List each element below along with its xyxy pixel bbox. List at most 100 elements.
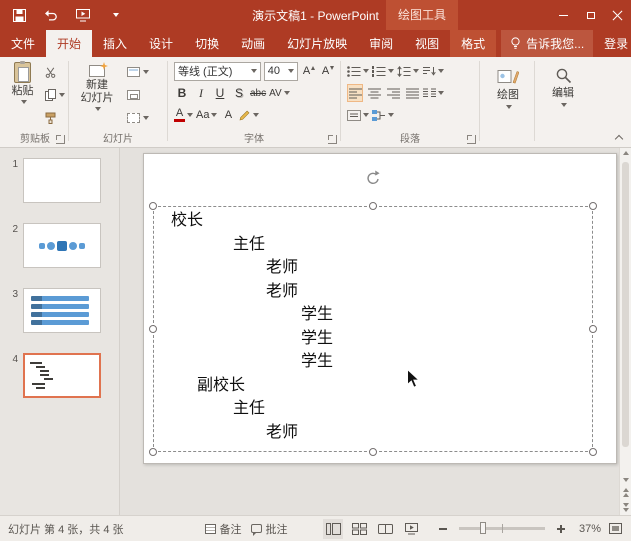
section-button[interactable] (126, 110, 150, 126)
close-button[interactable] (604, 0, 631, 30)
outline-line[interactable]: 老师 (154, 421, 592, 445)
font-name-select[interactable]: 等线 (正文) (174, 62, 261, 81)
slide-thumbnail-3[interactable]: 3 (6, 288, 119, 333)
sign-in-button[interactable]: 登录 (593, 30, 631, 57)
tab-insert[interactable]: 插入 (92, 30, 138, 57)
outline-line[interactable]: 副校长 (154, 374, 592, 398)
slide-thumbnail-image[interactable] (23, 223, 101, 268)
align-center-button[interactable] (366, 84, 382, 102)
zoom-slider-thumb[interactable] (480, 522, 486, 534)
new-slide-button[interactable]: 新建幻灯片 (73, 60, 121, 126)
slide-thumbnail-image[interactable] (23, 158, 101, 203)
bold-button[interactable]: B (174, 84, 190, 102)
zoom-in-button[interactable] (553, 521, 569, 537)
tab-file[interactable]: 文件 (0, 30, 46, 57)
outline-line[interactable]: 主任 (154, 397, 592, 421)
resize-handle-bottom-left[interactable] (149, 448, 157, 456)
next-slide-button[interactable] (623, 503, 629, 512)
underline-button[interactable]: U (212, 84, 228, 102)
clear-formatting-button[interactable]: A (220, 106, 236, 124)
undo-icon[interactable] (42, 5, 60, 25)
copy-button[interactable] (44, 87, 66, 103)
start-slideshow-icon[interactable] (74, 5, 92, 25)
rotate-handle[interactable] (365, 170, 381, 186)
slide-page[interactable]: 校长 主任 老师 老师 学生 学生 学生 副校长 主任 老师 (143, 153, 617, 464)
resize-handle-top-right[interactable] (589, 202, 597, 210)
slide-canvas[interactable]: 校长 主任 老师 老师 学生 学生 学生 副校长 主任 老师 (120, 148, 619, 515)
align-right-button[interactable] (385, 84, 401, 102)
paste-button[interactable]: 粘贴 (6, 60, 39, 126)
scroll-down-icon[interactable] (623, 478, 629, 482)
paragraph-dialog-launcher-icon[interactable] (467, 135, 476, 144)
outline-line[interactable]: 学生 (154, 303, 592, 327)
scrollbar-thumb[interactable] (622, 162, 629, 447)
font-size-select[interactable]: 40 (264, 62, 298, 81)
font-dialog-launcher-icon[interactable] (328, 135, 337, 144)
resize-handle-middle-left[interactable] (149, 325, 157, 333)
minimize-button[interactable] (550, 0, 577, 30)
tab-review[interactable]: 审阅 (358, 30, 404, 57)
strikethrough-button[interactable]: abc (250, 84, 266, 102)
zoom-percent[interactable]: 37% (575, 523, 601, 535)
bullets-button[interactable] (347, 62, 369, 80)
slide-thumbnail-2[interactable]: 2 (6, 223, 119, 268)
outline-line[interactable]: 老师 (154, 280, 592, 304)
previous-slide-button[interactable] (623, 488, 629, 497)
reset-slide-button[interactable] (126, 87, 150, 103)
font-color-button[interactable]: A (174, 106, 193, 124)
highlight-button[interactable] (239, 106, 259, 124)
restore-button[interactable] (577, 0, 604, 30)
tab-transitions[interactable]: 切换 (184, 30, 230, 57)
increase-font-size-button[interactable]: A (301, 62, 317, 80)
line-spacing-button[interactable] (397, 62, 419, 80)
align-text-button[interactable] (347, 106, 369, 124)
tab-home[interactable]: 开始 (46, 30, 92, 57)
drawing-menu-button[interactable]: 绘图 (484, 60, 532, 109)
fit-slide-to-window-button[interactable] (607, 521, 623, 537)
convert-smartart-button[interactable] (372, 106, 394, 124)
resize-handle-top-left[interactable] (149, 202, 157, 210)
reading-view-button[interactable] (375, 519, 395, 539)
change-case-button[interactable]: Aa (196, 106, 217, 124)
text-shadow-button[interactable]: S (231, 84, 247, 102)
outline-line[interactable]: 主任 (154, 233, 592, 257)
zoom-slider[interactable] (459, 527, 545, 530)
slide-thumbnail-image[interactable] (23, 353, 101, 398)
tell-me-box[interactable]: 告诉我您... (501, 30, 593, 57)
resize-handle-bottom-right[interactable] (589, 448, 597, 456)
tab-animations[interactable]: 动画 (230, 30, 276, 57)
content-textbox[interactable]: 校长 主任 老师 老师 学生 学生 学生 副校长 主任 老师 (153, 206, 593, 452)
slide-thumbnail-4[interactable]: 4 (6, 353, 119, 398)
slide-sorter-view-button[interactable] (349, 519, 369, 539)
justify-button[interactable] (404, 84, 420, 102)
tab-format[interactable]: 格式 (450, 30, 496, 57)
save-icon[interactable] (10, 5, 28, 25)
editing-menu-button[interactable]: 编辑 (539, 60, 587, 107)
customize-qat-icon[interactable] (106, 5, 124, 25)
resize-handle-top-center[interactable] (369, 202, 377, 210)
outline-line[interactable]: 老师 (154, 256, 592, 280)
align-left-button[interactable] (347, 84, 363, 102)
notes-toggle[interactable]: 备注 (205, 521, 242, 537)
text-direction-button[interactable] (422, 62, 444, 80)
slide-layout-button[interactable] (126, 64, 150, 80)
scroll-up-icon[interactable] (620, 151, 631, 155)
format-painter-button[interactable] (44, 110, 66, 126)
comments-toggle[interactable]: 批注 (251, 521, 288, 537)
resize-handle-bottom-center[interactable] (369, 448, 377, 456)
clipboard-dialog-launcher-icon[interactable] (56, 135, 65, 144)
tab-slideshow[interactable]: 幻灯片放映 (276, 30, 358, 57)
cut-button[interactable] (44, 64, 66, 80)
character-spacing-button[interactable]: AV (269, 84, 290, 102)
columns-button[interactable] (423, 84, 444, 102)
slide-show-view-button[interactable] (401, 519, 421, 539)
italic-button[interactable]: I (193, 84, 209, 102)
tab-design[interactable]: 设计 (138, 30, 184, 57)
outline-line[interactable]: 学生 (154, 327, 592, 351)
numbering-button[interactable] (372, 62, 394, 80)
tab-view[interactable]: 视图 (404, 30, 450, 57)
normal-view-button[interactable] (323, 519, 343, 539)
outline-line[interactable]: 校长 (154, 209, 592, 233)
outline-line[interactable]: 学生 (154, 350, 592, 374)
slide-thumbnail-1[interactable]: 1 (6, 158, 119, 203)
